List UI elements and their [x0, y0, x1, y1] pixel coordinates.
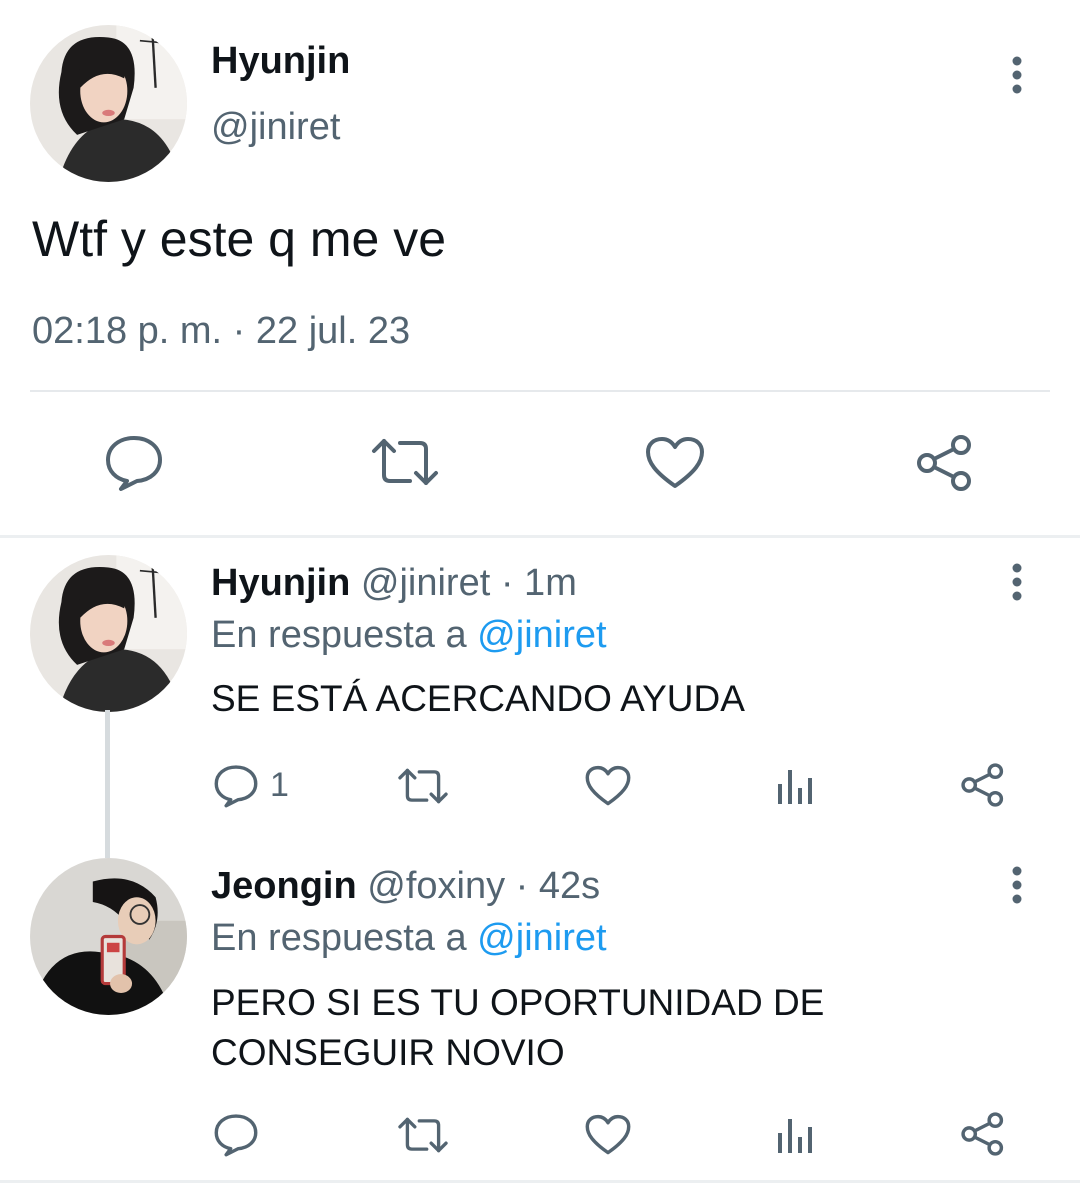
share-icon[interactable] — [960, 1111, 1006, 1157]
reply-header: Jeongin @foxiny · 42s — [211, 865, 600, 908]
more-options-icon[interactable] — [1004, 562, 1030, 602]
more-options-icon[interactable] — [1004, 55, 1030, 95]
author-handle[interactable]: @foxiny — [367, 865, 505, 907]
reply-text: PERO SI ES TU OPORTUNIDAD DE CONSEGUIR N… — [211, 978, 824, 1078]
reply-icon[interactable] — [213, 1113, 259, 1157]
mention-link[interactable]: @jiniret — [477, 917, 606, 959]
avatar[interactable] — [30, 555, 187, 712]
retweet-icon[interactable] — [397, 1116, 449, 1154]
replying-prefix: En respuesta a — [211, 917, 467, 959]
more-options-icon[interactable] — [1004, 865, 1030, 905]
reply-time[interactable]: · 1m — [501, 562, 577, 604]
like-icon[interactable] — [585, 765, 631, 807]
author-handle[interactable]: @jiniret — [211, 106, 340, 149]
views-icon[interactable] — [776, 766, 814, 806]
reply-text: SE ESTÁ ACERCANDO AYUDA — [211, 678, 745, 719]
reply-count: 1 — [270, 766, 289, 804]
reply-header: Hyunjin @jiniret · 1m — [211, 562, 577, 605]
avatar[interactable] — [30, 25, 187, 182]
author-handle[interactable]: @jiniret — [361, 562, 490, 604]
replying-prefix: En respuesta a — [211, 614, 467, 656]
reply-icon[interactable] — [104, 434, 164, 492]
avatar[interactable] — [30, 858, 187, 1015]
divider — [0, 1180, 1080, 1183]
like-icon[interactable] — [645, 436, 705, 490]
author-name[interactable]: Jeongin — [211, 865, 357, 907]
views-icon[interactable] — [776, 1115, 814, 1155]
retweet-icon[interactable] — [370, 437, 440, 487]
author-name[interactable]: Hyunjin — [211, 562, 350, 604]
author-name[interactable]: Hyunjin — [211, 40, 350, 83]
tweet-text: Wtf y este q me ve — [32, 211, 447, 267]
share-icon[interactable] — [960, 762, 1006, 808]
like-icon[interactable] — [585, 1114, 631, 1156]
tweet-timestamp[interactable]: 02:18 p. m. · 22 jul. 23 — [32, 310, 410, 353]
share-icon[interactable] — [915, 433, 975, 493]
retweet-icon[interactable] — [397, 767, 449, 805]
reply-text-line: PERO SI ES TU OPORTUNIDAD DE — [211, 982, 825, 1023]
section-divider — [0, 535, 1080, 538]
replying-to: En respuesta a @jiniret — [211, 614, 607, 657]
mention-link[interactable]: @jiniret — [477, 614, 606, 656]
replying-to: En respuesta a @jiniret — [211, 917, 607, 960]
reply-icon[interactable] — [213, 764, 259, 808]
reply-text-line: CONSEGUIR NOVIO — [211, 1032, 565, 1073]
divider — [30, 390, 1050, 392]
thread-line — [105, 710, 110, 858]
reply-time[interactable]: · 42s — [516, 865, 600, 907]
